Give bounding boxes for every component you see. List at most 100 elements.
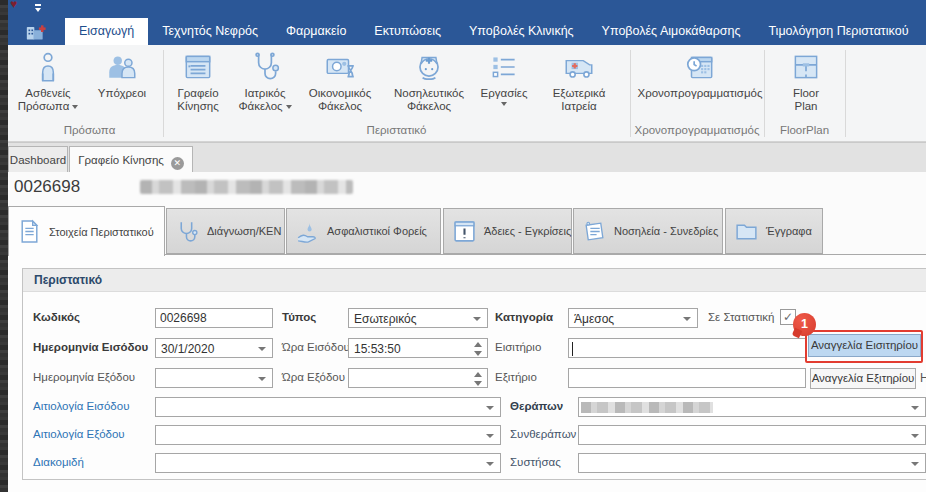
imerominia-eisodou-label: Ημερομηνία Εισόδου: [33, 341, 148, 353]
sub-tab-bar: Στοιχεία Περιστατικού Διάγνωση/ΚΕΝ Ασφαλ…: [8, 206, 926, 255]
document-tab-bar: Dashboard Γραφείο Κίνησης✕: [8, 142, 926, 172]
stethoscope-icon: [175, 219, 200, 244]
combo-arrow-icon: [911, 462, 919, 466]
floor-plan-icon: [789, 50, 823, 84]
therapon-value-redacted: [581, 402, 713, 413]
spinner-arrows-icon[interactable]: [473, 371, 483, 387]
ambulance-icon: [562, 50, 596, 84]
ora-eisodou-spinner[interactable]: 15:53:50: [348, 338, 488, 358]
groupbox-title: Περιστατικό: [34, 273, 102, 287]
eisitirio-label: Εισιτήριο: [495, 341, 541, 353]
ribbon-group-label-floorplan: FloorPlan: [764, 124, 845, 140]
ribbon-group-separator: [845, 50, 846, 137]
sub-tab-asfalistikoi-foreis[interactable]: Ασφαλιστικοί Φορείς: [286, 208, 441, 254]
patient-code: 0026698: [14, 177, 80, 197]
combo-arrow-icon: [486, 406, 494, 410]
diakomidi-combo[interactable]: [155, 453, 501, 473]
spinner-arrows-icon[interactable]: [473, 341, 483, 357]
folder-icon: [734, 219, 759, 244]
combo-arrow-icon: [473, 317, 481, 321]
katigoria-label: Κατηγορία: [495, 311, 553, 323]
patient-icon: [31, 50, 65, 84]
combo-arrow-icon: [258, 377, 266, 381]
sub-tab-adeies-egkriseis[interactable]: Άδειες - Εγκρίσεις: [443, 208, 572, 254]
ribbon-group-label-xrono: Χρονοπρογραμματισμός: [630, 124, 764, 140]
dropdown-caret-icon: [501, 102, 507, 106]
imerominia-exodou-label: Ημερομηνία Εξόδου: [33, 371, 135, 383]
app-heart-icon: ♥: [10, 0, 17, 11]
admissions-desk-icon: [181, 50, 215, 84]
ribbon-tab-texnitos-nefros[interactable]: Τεχνητός Νεφρός: [148, 18, 272, 45]
clipped-text: Η: [920, 371, 926, 385]
typos-combo[interactable]: Εσωτερικός: [348, 308, 488, 328]
syntherapon-combo[interactable]: [578, 425, 926, 445]
combo-arrow-icon: [486, 434, 494, 438]
typos-label: Τύπος: [282, 311, 316, 323]
alert-window-icon: [452, 219, 477, 244]
annotation-badge: 1: [793, 313, 816, 336]
close-tab-icon[interactable]: ✕: [171, 157, 184, 170]
ora-exodou-spinner[interactable]: [348, 368, 488, 388]
groupbox-header: Περιστατικό: [23, 269, 926, 292]
systisas-combo[interactable]: [578, 453, 926, 473]
dropdown-caret-icon: [286, 105, 292, 109]
aitiologia-eisodou-label: Αιτιολογία Εισόδου: [33, 400, 129, 412]
doc-tab-dashboard[interactable]: Dashboard: [8, 146, 68, 173]
combo-arrow-icon: [486, 462, 494, 466]
combo-arrow-icon: [683, 317, 691, 321]
nursing-file-icon: [412, 50, 446, 84]
syntherapon-label: Συνθεράπων: [510, 428, 576, 440]
imerominia-eisodou-combo[interactable]: 30/1/2020: [155, 338, 273, 358]
financial-file-icon: [323, 50, 357, 84]
exitirio-input[interactable]: [568, 368, 806, 388]
ora-exodou-label: Ώρα Εξόδου: [282, 371, 345, 383]
ribbon-tab-ypovoles-klinikis[interactable]: Υποβολές Κλινικής: [455, 18, 588, 45]
document-icon: [17, 219, 42, 244]
combo-arrow-icon: [911, 406, 919, 410]
imerominia-exodou-combo[interactable]: [155, 368, 273, 388]
ribbon-tab-bar: Εισαγωγή Τεχνητός Νεφρός Φαρμακείο Εκτυπ…: [8, 18, 926, 45]
guardians-icon: [105, 50, 139, 84]
sub-tab-diagnosi-ken[interactable]: Διάγνωση/ΚΕΝ: [166, 208, 285, 254]
therapon-combo[interactable]: [578, 397, 926, 417]
quick-access-caret-icon[interactable]: [34, 3, 42, 13]
therapon-label: Θεράπων: [510, 400, 563, 412]
notes-icon: [582, 219, 607, 244]
diakomidi-label: Διακομιδή: [33, 456, 84, 468]
ribbon-tab-ektyposeis[interactable]: Εκτυπώσεις: [360, 18, 455, 45]
ora-eisodou-label: Ώρα Εισόδου: [282, 341, 350, 353]
kodikos-label: Κωδικός: [33, 311, 80, 323]
patient-name-redacted: [140, 180, 353, 194]
sub-tab-nosileia-synedries[interactable]: Νοσηλεία - Συνεδρίες: [573, 208, 723, 254]
ribbon-tab-ypovoles-aimokatharsis[interactable]: Υποβολές Αιμοκάθαρσης: [588, 18, 755, 45]
scheduling-icon: [683, 50, 717, 84]
tasks-icon: [487, 50, 521, 84]
aitiologia-exodou-combo[interactable]: [155, 425, 501, 445]
application-menu-icon[interactable]: [23, 22, 49, 42]
medical-file-icon: [248, 50, 282, 84]
title-bar: ♥: [8, 0, 926, 18]
systisas-label: Συστήσας: [510, 456, 561, 468]
aitiologia-eisodou-combo[interactable]: [155, 397, 501, 417]
app-window: ♥ Εισαγωγή Τεχνητός Νεφρός Φαρμακείο Εκτ…: [8, 0, 926, 492]
doc-tab-grafeio-kinisis[interactable]: Γραφείο Κίνησης✕: [69, 146, 193, 173]
patient-header: 0026698: [8, 172, 926, 206]
ribbon-tab-farmakeio[interactable]: Φαρμακείο: [272, 18, 360, 45]
combo-arrow-icon: [258, 347, 266, 351]
ribbon-tab-eisagogi[interactable]: Εισαγωγή: [65, 18, 148, 45]
katigoria-combo[interactable]: Άμεσος: [568, 308, 698, 328]
exitirio-label: Εξιτήριο: [495, 371, 537, 383]
hand-care-icon: [295, 219, 320, 244]
aitiologia-exodou-label: Αιτιολογία Εξόδου: [33, 428, 125, 440]
annotation-highlight-rect: [805, 330, 923, 363]
ribbon-group-label-prosopa: Πρόσωπα: [16, 124, 163, 140]
ribbon-group-label-peristatiko: Περιστατικό: [163, 124, 630, 140]
eisitirio-input[interactable]: [568, 338, 806, 358]
sub-tab-stoixeia-peristatikou[interactable]: Στοιχεία Περιστατικού: [8, 206, 165, 256]
anaggelia-exitiriou-button[interactable]: Αναγγελία Εξιτηρίου: [810, 368, 916, 389]
sub-tab-eggrafa[interactable]: Έγγραφα: [725, 208, 823, 254]
text-cursor: [572, 342, 573, 356]
ribbon-tab-timologisi[interactable]: Τιμολόγηση Περιστατικού: [754, 18, 922, 45]
combo-arrow-icon: [911, 434, 919, 438]
kodikos-input[interactable]: [155, 308, 273, 328]
